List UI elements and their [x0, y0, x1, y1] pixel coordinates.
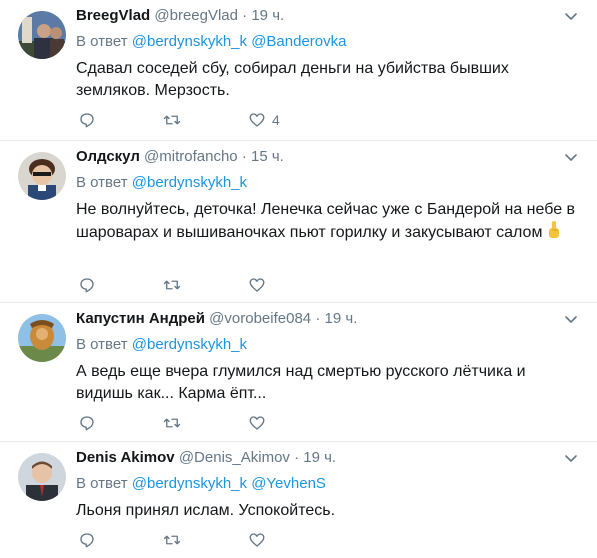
- mention-link[interactable]: @Banderovka: [251, 33, 346, 50]
- chevron-down-icon[interactable]: [563, 8, 579, 24]
- reply-context: В ответ @berdynskykh_k @Banderovka: [76, 32, 577, 52]
- tweet-header: BreegVlad @breegVlad · 19 ч.: [76, 6, 577, 26]
- author-handle[interactable]: @breegVlad: [154, 7, 238, 24]
- reply-prefix: В ответ: [76, 174, 128, 191]
- tweet-header: Капустин Андрей @vorobeife084 · 19 ч.: [76, 309, 577, 329]
- like-count: 4: [272, 112, 280, 128]
- tweet-header: Denis Akimov @Denis_Akimov · 19 ч.: [76, 448, 577, 468]
- mention-link[interactable]: @berdynskykh_k: [132, 33, 247, 50]
- tweet-text: Не волнуйтесь, деточка! Ленечка сейчас у…: [76, 199, 577, 246]
- retweet-button[interactable]: [162, 110, 182, 130]
- reply-button[interactable]: [78, 275, 96, 295]
- author-handle[interactable]: @mitrofancho: [144, 148, 238, 165]
- heart-icon: [249, 113, 265, 127]
- tweet[interactable]: Капустин Андрей @vorobeife084 · 19 ч. В …: [0, 303, 597, 442]
- heart-icon: [249, 278, 265, 292]
- heart-icon: [249, 533, 265, 547]
- chevron-down-icon[interactable]: [563, 450, 579, 466]
- tweet[interactable]: BreegVlad @breegVlad · 19 ч. В ответ @be…: [0, 0, 597, 141]
- reply-context: В ответ @berdynskykh_k @YevhenS: [76, 474, 577, 494]
- timestamp[interactable]: 19 ч.: [303, 449, 336, 466]
- author-name[interactable]: BreegVlad: [76, 7, 150, 24]
- heart-icon: [249, 416, 265, 430]
- reply-prefix: В ответ: [76, 336, 128, 353]
- reply-button[interactable]: [78, 530, 96, 550]
- like-button[interactable]: [248, 413, 266, 433]
- tweet-header: Олдскул @mitrofancho · 15 ч.: [76, 147, 577, 167]
- separator-dot: ·: [294, 449, 300, 466]
- tweet-text-body: Не волнуйтесь, деточка! Ленечка сейчас у…: [76, 201, 576, 241]
- like-button[interactable]: [248, 530, 266, 550]
- author-handle[interactable]: @Denis_Akimov: [179, 449, 290, 466]
- pointing-up-hand-emoji-icon: [547, 221, 561, 246]
- chevron-down-icon[interactable]: [563, 311, 579, 327]
- timestamp[interactable]: 19 ч.: [251, 7, 284, 24]
- avatar[interactable]: [18, 314, 66, 362]
- like-button[interactable]: 4: [248, 110, 280, 130]
- retweet-icon: [163, 280, 181, 290]
- author-name[interactable]: Капустин Андрей: [76, 310, 205, 327]
- tweet-text: Сдавал соседей сбу, собирал деньги на уб…: [76, 60, 509, 99]
- retweet-icon: [163, 418, 181, 428]
- separator-dot: ·: [241, 148, 247, 165]
- reply-context: В ответ @berdynskykh_k: [76, 335, 577, 355]
- retweet-icon: [163, 115, 181, 125]
- retweet-button[interactable]: [162, 413, 182, 433]
- like-button[interactable]: [248, 275, 266, 295]
- mention-link[interactable]: @berdynskykh_k: [132, 174, 247, 191]
- separator-dot: ·: [242, 7, 248, 24]
- author-name[interactable]: Denis Akimov: [76, 449, 175, 466]
- mention-link[interactable]: @berdynskykh_k: [132, 475, 247, 492]
- reply-button[interactable]: [78, 110, 96, 130]
- mention-link[interactable]: @YevhenS: [251, 475, 326, 492]
- chevron-down-icon[interactable]: [563, 149, 579, 165]
- avatar[interactable]: [18, 453, 66, 501]
- reply-prefix: В ответ: [76, 33, 128, 50]
- mention-link[interactable]: @berdynskykh_k: [132, 336, 247, 353]
- separator-dot: ·: [315, 310, 321, 327]
- reply-icon: [80, 416, 94, 431]
- reply-icon: [80, 278, 94, 293]
- retweet-button[interactable]: [162, 530, 182, 550]
- reply-context: В ответ @berdynskykh_k: [76, 173, 577, 193]
- tweet[interactable]: Олдскул @mitrofancho · 15 ч. В ответ @be…: [0, 141, 597, 303]
- avatar[interactable]: [18, 11, 66, 59]
- retweet-button[interactable]: [162, 275, 182, 295]
- tweet-text: А ведь еще вчера глумился над смертью ру…: [76, 363, 526, 402]
- timestamp[interactable]: 19 ч.: [324, 310, 357, 327]
- reply-icon: [80, 533, 94, 548]
- avatar[interactable]: [18, 152, 66, 200]
- reply-button[interactable]: [78, 413, 96, 433]
- tweet[interactable]: Denis Akimov @Denis_Akimov · 19 ч. В отв…: [0, 442, 597, 558]
- retweet-icon: [163, 535, 181, 545]
- author-name[interactable]: Олдскул: [76, 148, 140, 165]
- reply-prefix: В ответ: [76, 475, 128, 492]
- tweet-text: Льоня принял ислам. Успокойтесь.: [76, 502, 336, 519]
- timestamp[interactable]: 15 ч.: [251, 148, 284, 165]
- author-handle[interactable]: @vorobeife084: [209, 310, 311, 327]
- reply-icon: [80, 113, 94, 128]
